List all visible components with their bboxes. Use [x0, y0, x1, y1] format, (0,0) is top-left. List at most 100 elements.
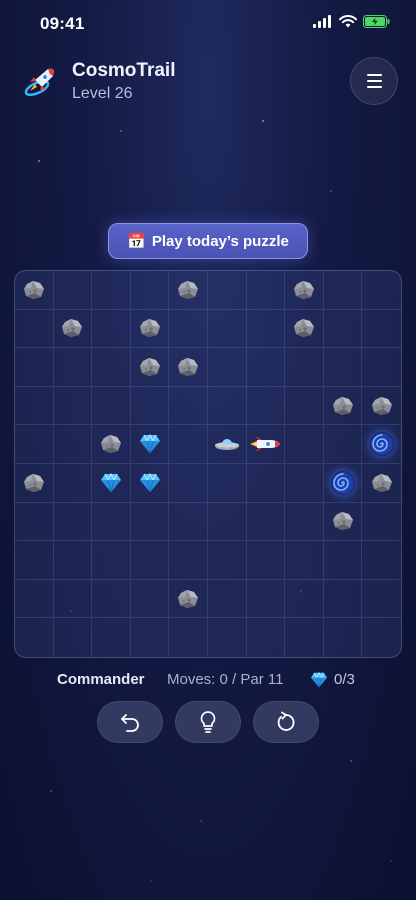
hint-button[interactable] — [175, 701, 241, 743]
board-cell[interactable] — [285, 271, 324, 310]
board-cell[interactable] — [53, 579, 93, 619]
board-cell[interactable] — [246, 348, 286, 387]
board-cell[interactable] — [169, 386, 208, 426]
board-cell[interactable] — [130, 463, 170, 503]
board-cell[interactable] — [362, 271, 401, 310]
restart-button[interactable] — [253, 701, 319, 743]
board-cell[interactable] — [246, 463, 286, 503]
board-cell[interactable] — [169, 348, 208, 387]
board-cell[interactable] — [362, 503, 401, 542]
undo-button[interactable] — [97, 701, 163, 743]
board-cell[interactable] — [207, 271, 247, 310]
board-cell[interactable] — [92, 502, 131, 542]
board-cell[interactable] — [207, 579, 247, 619]
board-cell[interactable] — [246, 579, 286, 619]
board-cell[interactable] — [208, 618, 247, 657]
board-cell[interactable] — [207, 463, 247, 503]
board-cell[interactable] — [53, 463, 93, 503]
game-board[interactable] — [14, 270, 402, 658]
board-cell[interactable] — [246, 425, 286, 464]
board-cell[interactable] — [207, 541, 247, 580]
board-cell[interactable] — [362, 541, 401, 580]
board-cell[interactable] — [362, 387, 401, 426]
board-cell[interactable] — [131, 618, 170, 657]
board-cell[interactable] — [15, 618, 54, 657]
board-cell[interactable] — [169, 502, 208, 542]
board-cell[interactable] — [246, 309, 286, 349]
board-cell[interactable] — [323, 271, 363, 310]
board-cell[interactable] — [285, 348, 324, 387]
board-cell[interactable] — [246, 502, 286, 542]
board-cell[interactable] — [169, 309, 208, 349]
board-cell[interactable] — [324, 618, 363, 657]
board-cell[interactable] — [362, 618, 401, 657]
board-cell[interactable] — [169, 541, 208, 580]
board-cell[interactable] — [130, 386, 170, 426]
board-cell[interactable] — [323, 541, 363, 580]
board-cell[interactable] — [323, 348, 363, 387]
board-cell[interactable] — [323, 425, 363, 464]
board-cell[interactable] — [285, 425, 324, 464]
board-cell[interactable] — [53, 502, 93, 542]
board-cell[interactable] — [92, 348, 131, 387]
board-cell[interactable] — [323, 309, 363, 349]
board-cell[interactable] — [130, 271, 170, 310]
board-cell[interactable] — [362, 580, 401, 619]
board-cell[interactable] — [53, 386, 93, 426]
play-daily-puzzle-button[interactable]: 📅 Play today’s puzzle — [108, 223, 308, 259]
board-cell[interactable] — [285, 463, 324, 503]
board-cell[interactable] — [92, 541, 131, 580]
board-cell[interactable] — [323, 579, 363, 619]
board-cell[interactable] — [15, 348, 54, 387]
board-cell[interactable] — [285, 579, 324, 619]
board-cell[interactable] — [15, 502, 54, 542]
board-cell[interactable] — [169, 463, 208, 503]
board-cell[interactable] — [53, 309, 93, 349]
board-cell[interactable] — [15, 425, 54, 464]
board-cell[interactable] — [247, 618, 286, 657]
board-cell[interactable] — [130, 309, 170, 349]
board-cell[interactable] — [130, 348, 170, 387]
board-cell[interactable] — [15, 271, 54, 310]
board-cell[interactable] — [92, 386, 131, 426]
board-cell[interactable] — [285, 386, 324, 426]
board-cell[interactable] — [53, 425, 93, 464]
board-cell[interactable] — [285, 618, 324, 657]
board-cell[interactable] — [53, 348, 93, 387]
board-cell[interactable] — [323, 386, 363, 426]
board-cell[interactable] — [362, 310, 401, 349]
board-cell[interactable] — [285, 502, 324, 542]
board-cell[interactable] — [246, 541, 286, 580]
board-cell[interactable] — [207, 502, 247, 542]
board-cell[interactable] — [92, 618, 131, 657]
menu-button[interactable] — [350, 57, 398, 105]
board-cell[interactable] — [92, 579, 131, 619]
board-cell[interactable] — [15, 541, 54, 580]
board-cell[interactable] — [15, 463, 54, 503]
board-cell[interactable] — [285, 541, 324, 580]
board-cell[interactable] — [169, 618, 208, 657]
board-cell[interactable] — [92, 425, 131, 464]
board-cell[interactable] — [130, 541, 170, 580]
board-cell[interactable] — [92, 463, 131, 503]
board-cell[interactable] — [169, 579, 208, 619]
board-cell[interactable] — [130, 425, 170, 464]
board-cell[interactable] — [54, 618, 93, 657]
board-cell[interactable] — [130, 502, 170, 542]
board-cell[interactable] — [323, 463, 363, 503]
board-cell[interactable] — [362, 464, 401, 503]
board-cell[interactable] — [15, 579, 54, 619]
board-cell[interactable] — [130, 579, 170, 619]
board-cell[interactable] — [207, 348, 247, 387]
board-cell[interactable] — [362, 348, 401, 387]
board-cell[interactable] — [92, 309, 131, 349]
board-cell[interactable] — [246, 386, 286, 426]
board-cell[interactable] — [285, 309, 324, 349]
board-cell[interactable] — [15, 309, 54, 349]
board-cell[interactable] — [207, 425, 247, 464]
board-cell[interactable] — [362, 425, 401, 464]
board-cell[interactable] — [169, 271, 208, 310]
board-cell[interactable] — [323, 502, 363, 542]
board-cell[interactable] — [92, 271, 131, 310]
board-cell[interactable] — [207, 386, 247, 426]
